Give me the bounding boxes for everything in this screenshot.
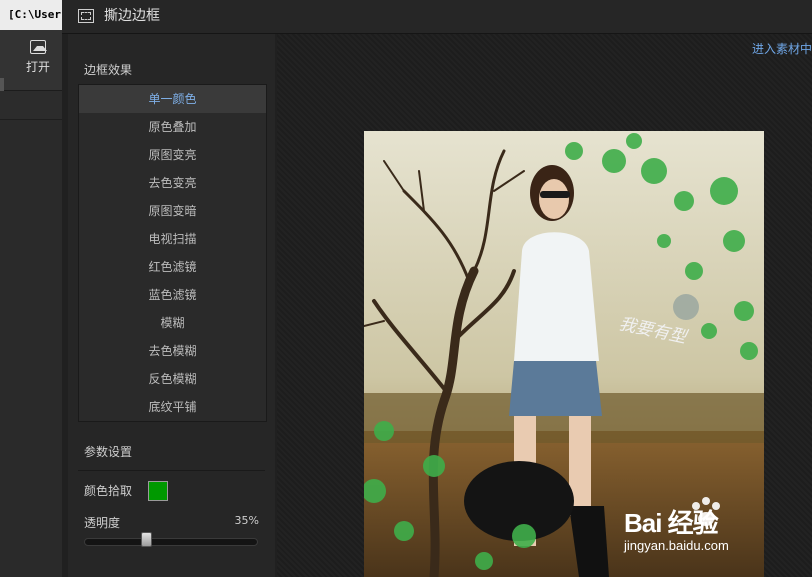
baidu-watermark: Bai 经验 jingyan.baidu.com (624, 503, 729, 553)
open-button[interactable]: 打开 (20, 40, 56, 75)
effect-item[interactable]: 反色模糊 (79, 365, 266, 393)
effect-item[interactable]: 原图变亮 (79, 141, 266, 169)
watermark-url: jingyan.baidu.com (624, 538, 729, 553)
effect-item-label: 去色模糊 (148, 344, 197, 358)
color-pick-label: 颜色拾取 (84, 484, 133, 498)
effect-item-label: 单一颜色 (148, 92, 197, 106)
effect-item-label: 原色叠加 (148, 120, 197, 134)
border-effects-list: 单一颜色 原色叠加 原图变亮 去色变亮 原图变暗 电视扫描 红色滤镜 蓝色滤镜 … (78, 84, 267, 422)
effect-item[interactable]: 单一颜色 (79, 85, 266, 113)
effect-item-label: 电视扫描 (148, 232, 197, 246)
effect-item-label: 模糊 (160, 316, 185, 330)
effect-item[interactable]: 红色滤镜 (79, 253, 266, 281)
params-heading: 参数设置 (84, 445, 133, 459)
open-button-label: 打开 (25, 60, 50, 74)
torn-edge-border-dialog: 撕边边框 边框效果 单一颜色 原色叠加 原图变亮 去色变亮 原图变暗 电视扫描 … (62, 0, 812, 577)
background-row (0, 91, 62, 120)
effect-item-label: 底纹平铺 (148, 400, 197, 414)
effect-item[interactable]: 去色模糊 (79, 337, 266, 365)
effect-item-label: 蓝色滤镜 (148, 288, 197, 302)
effect-item[interactable]: 蓝色滤镜 (79, 281, 266, 309)
effect-item[interactable]: 原色叠加 (79, 113, 266, 141)
opacity-slider-thumb[interactable] (141, 532, 153, 547)
effect-item[interactable]: 模糊 (79, 309, 266, 337)
background-toolbar: 打开 (0, 30, 62, 98)
enter-material-link[interactable]: 进入素材中 (752, 40, 812, 57)
effect-item[interactable]: 去色变亮 (79, 169, 266, 197)
frame-icon (78, 9, 94, 23)
settings-sidebar: 边框效果 单一颜色 原色叠加 原图变亮 去色变亮 原图变暗 电视扫描 红色滤镜 … (68, 34, 275, 577)
color-swatch[interactable] (148, 481, 168, 501)
effect-item[interactable]: 电视扫描 (79, 225, 266, 253)
opacity-label: 透明度 (84, 516, 121, 530)
watermark-main: Bai 经验 (624, 508, 719, 538)
dialog-title: 撕边边框 (104, 8, 160, 24)
effect-item[interactable]: 底纹平铺 (79, 393, 266, 421)
section-divider (78, 470, 265, 471)
effect-item-label: 红色滤镜 (148, 260, 197, 274)
effect-item-label: 原图变亮 (148, 148, 197, 162)
effect-item-label: 去色变亮 (148, 176, 197, 190)
dialog-titlebar[interactable]: 撕边边框 (62, 0, 812, 34)
preview-area: 进入素材中 我要有型 Bai 经验 jingyan.baidu.com (277, 34, 812, 577)
border-effects-heading: 边框效果 (84, 63, 133, 77)
background-app: [C:\User 打开 (0, 0, 62, 577)
preview-photo: 我要有型 Bai 经验 jingyan.baidu.com (364, 131, 764, 577)
background-window-title: [C:\User (0, 0, 62, 30)
effect-item[interactable]: 原图变暗 (79, 197, 266, 225)
effect-item-label: 原图变暗 (148, 204, 197, 218)
opacity-slider-track[interactable] (84, 538, 258, 546)
opacity-value: 35% (234, 514, 259, 527)
open-image-icon (30, 40, 47, 54)
effect-item-label: 反色模糊 (148, 372, 197, 386)
